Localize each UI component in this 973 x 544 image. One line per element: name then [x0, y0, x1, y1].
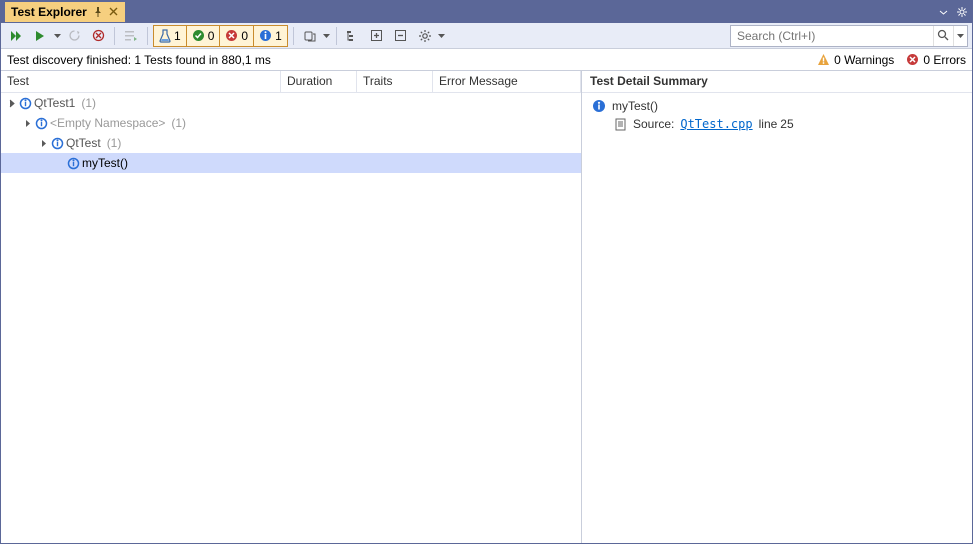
tree-label: QtTest [66, 136, 101, 150]
status-bar: Test discovery finished: 1 Tests found i… [1, 49, 972, 71]
detail-header: Test Detail Summary [582, 71, 972, 93]
tree-count: (1) [171, 116, 186, 130]
test-explorer-window: Test Explorer [0, 0, 973, 544]
run-button[interactable] [29, 25, 51, 47]
expander-icon[interactable] [23, 117, 35, 129]
notrun-icon [35, 117, 48, 130]
filter-failed-count: 0 [241, 29, 248, 43]
left-panel: Test Duration Traits Error Message QtTes… [1, 71, 582, 543]
filter-notrun[interactable]: 1 [254, 26, 287, 46]
close-icon[interactable] [109, 7, 119, 17]
search-box[interactable] [730, 25, 968, 47]
separator [336, 27, 337, 45]
column-test[interactable]: Test [1, 71, 281, 92]
show-playlist-dropdown[interactable] [323, 34, 331, 38]
run-all-button[interactable] [5, 25, 27, 47]
tree-row-project[interactable]: QtTest1 (1) [1, 93, 581, 113]
column-error[interactable]: Error Message [433, 71, 581, 92]
collapse-all-button[interactable] [390, 25, 412, 47]
test-tree: QtTest1 (1) <Empty Namespace> (1) [1, 93, 581, 543]
source-link[interactable]: QtTest.cpp [680, 117, 752, 131]
expander-icon[interactable] [7, 97, 19, 109]
info-circle-icon [259, 29, 272, 42]
tree-label: <Empty Namespace> [50, 116, 165, 130]
source-label: Source: [633, 117, 674, 131]
run-dropdown[interactable] [53, 34, 61, 38]
notrun-icon [67, 157, 80, 170]
tree-label: myTest() [82, 156, 128, 170]
show-playlist-button[interactable] [299, 25, 321, 47]
detail-panel: Test Detail Summary myTest() Source: QtT… [582, 71, 972, 543]
flask-icon [159, 29, 171, 43]
tree-count: (1) [107, 136, 122, 150]
detail-body: myTest() Source: QtTest.cpp line 25 [582, 93, 972, 137]
tree-count: (1) [81, 96, 96, 110]
source-line-prefix: line [759, 117, 778, 131]
status-message: Test discovery finished: 1 Tests found i… [7, 53, 271, 67]
repeat-run-button[interactable] [63, 25, 85, 47]
filter-passed[interactable]: 0 [187, 26, 221, 46]
separator [293, 27, 294, 45]
notrun-icon [19, 97, 32, 110]
notrun-icon [51, 137, 64, 150]
body: Test Duration Traits Error Message QtTes… [1, 71, 972, 543]
settings-dropdown[interactable] [438, 34, 446, 38]
window-dropdown-icon[interactable] [939, 8, 948, 17]
playlist-button[interactable] [120, 25, 142, 47]
source-line: 25 [780, 117, 793, 131]
toolbar: 1 0 0 1 [1, 23, 972, 49]
separator [114, 27, 115, 45]
titlebar: Test Explorer [1, 1, 972, 23]
expand-all-button[interactable] [366, 25, 388, 47]
detail-test-name: myTest() [612, 99, 658, 113]
filter-total[interactable]: 1 [154, 26, 187, 46]
column-duration[interactable]: Duration [281, 71, 357, 92]
titlebar-tab[interactable]: Test Explorer [5, 2, 125, 22]
search-icon[interactable] [933, 26, 953, 46]
filter-total-count: 1 [174, 29, 181, 43]
info-circle-icon [592, 99, 606, 113]
tree-label: QtTest1 [34, 96, 75, 110]
x-circle-icon [225, 29, 238, 42]
separator [147, 27, 148, 45]
errors-indicator[interactable]: 0 Errors [906, 53, 966, 67]
warnings-indicator[interactable]: 0 Warnings [817, 53, 894, 67]
warnings-text: 0 Warnings [834, 53, 894, 67]
errors-text: 0 Errors [923, 53, 966, 67]
document-icon [614, 118, 627, 131]
warning-icon [817, 53, 830, 66]
expander-icon[interactable] [39, 137, 51, 149]
gear-icon[interactable] [956, 6, 968, 18]
check-circle-icon [192, 29, 205, 42]
filter-passed-count: 0 [208, 29, 215, 43]
settings-button[interactable] [414, 25, 436, 47]
tree-row-class[interactable]: QtTest (1) [1, 133, 581, 153]
column-headers: Test Duration Traits Error Message [1, 71, 581, 93]
filter-notrun-count: 1 [275, 29, 282, 43]
tree-row-test[interactable]: myTest() [1, 153, 581, 173]
search-input[interactable] [731, 29, 933, 43]
error-icon [906, 53, 919, 66]
filter-box: 1 0 0 1 [153, 25, 288, 47]
filter-failed[interactable]: 0 [220, 26, 254, 46]
pin-icon[interactable] [93, 7, 103, 17]
column-traits[interactable]: Traits [357, 71, 433, 92]
group-by-button[interactable] [342, 25, 364, 47]
cancel-run-button[interactable] [87, 25, 109, 47]
search-dropdown[interactable] [953, 26, 967, 46]
tab-label: Test Explorer [11, 5, 87, 19]
titlebar-right [939, 6, 968, 18]
tree-row-namespace[interactable]: <Empty Namespace> (1) [1, 113, 581, 133]
